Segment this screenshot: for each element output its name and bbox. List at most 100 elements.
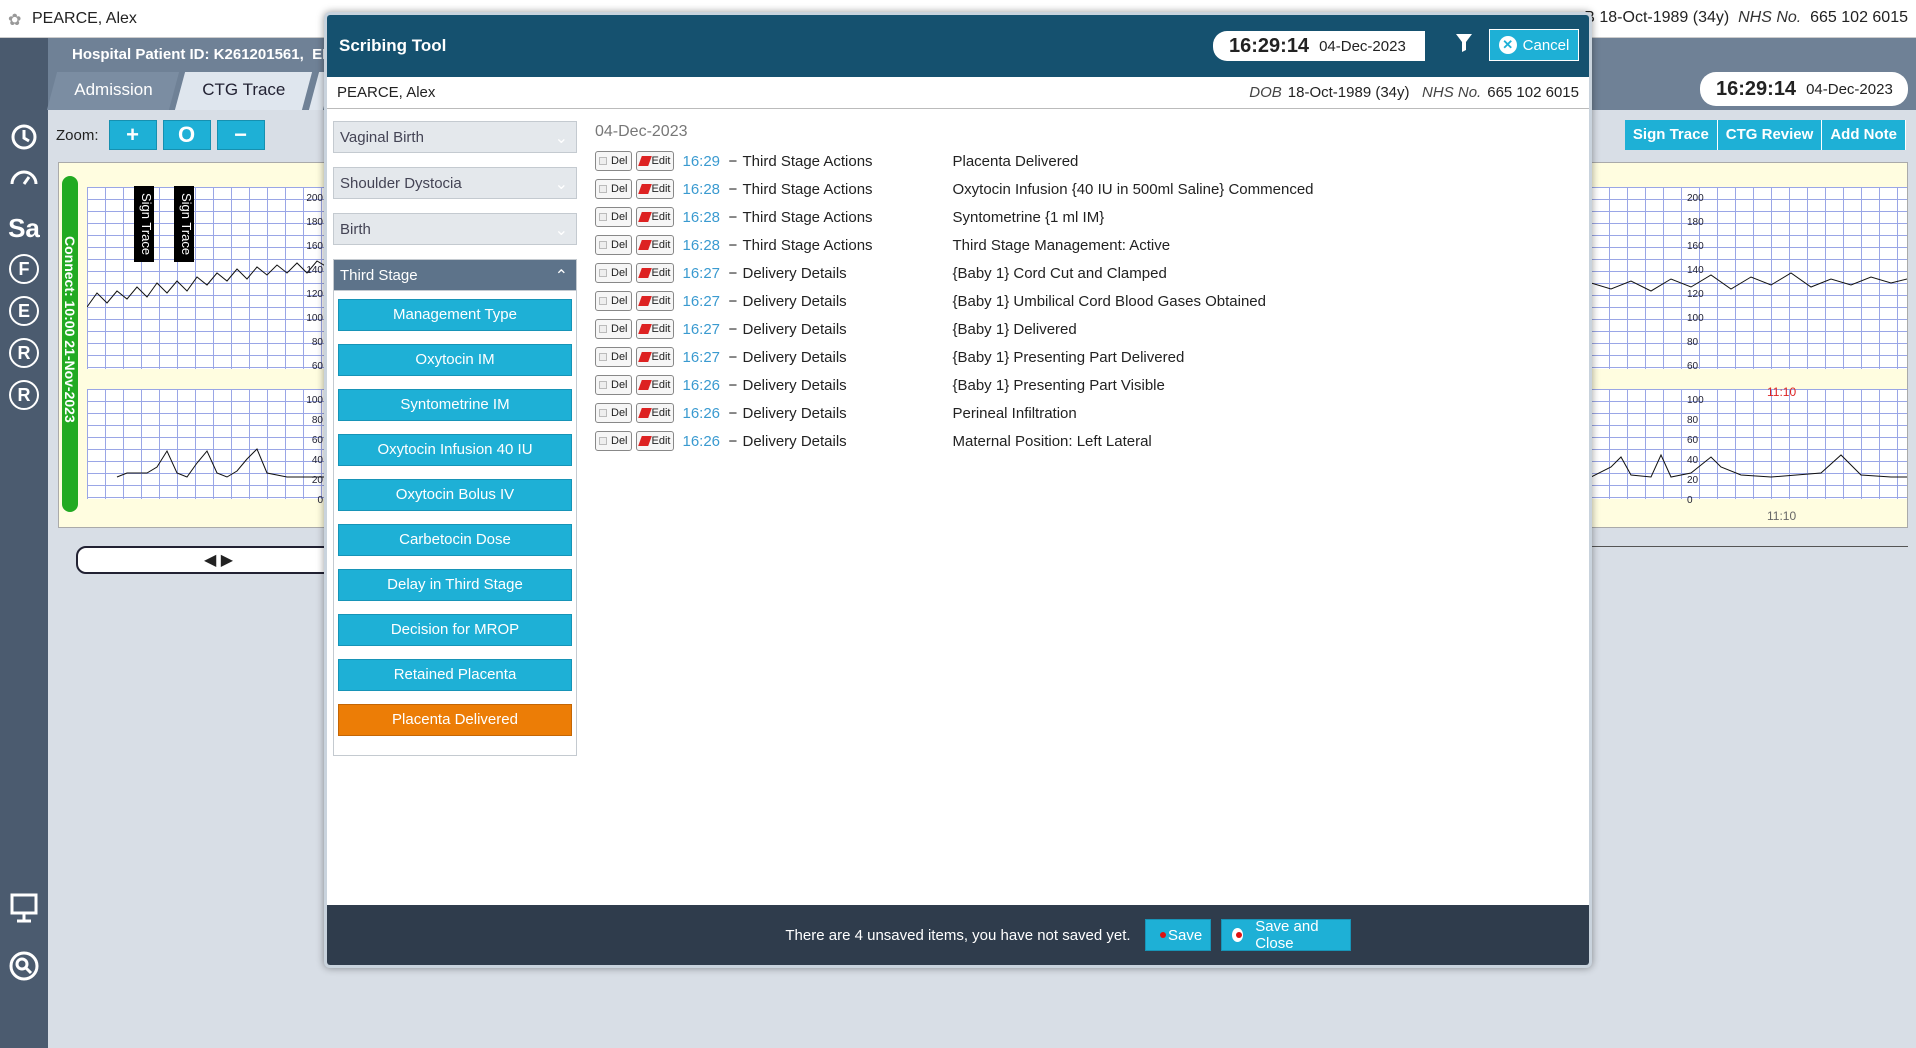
- edit-button[interactable]: Edit: [635, 375, 675, 395]
- left-sidebar: Sa F E R R: [0, 110, 48, 1048]
- delete-button[interactable]: Del: [595, 263, 632, 283]
- edit-button[interactable]: Edit: [635, 207, 675, 227]
- entry-text: {Baby 1} Presenting Part Delivered: [952, 348, 1185, 366]
- delete-button[interactable]: Del: [595, 235, 632, 255]
- scroll-arrows-icon[interactable]: ◀ ▶: [204, 550, 233, 570]
- carbetocin-dose-button[interactable]: Carbetocin Dose: [338, 524, 572, 556]
- checkbox-icon: [599, 353, 607, 361]
- delete-button[interactable]: Del: [595, 151, 632, 171]
- entry-row: Del Edit 16:26− Delivery Details Maternal Po…: [595, 427, 1585, 455]
- management-type-button[interactable]: Management Type: [338, 299, 572, 331]
- dialog-clock[interactable]: 16:29:14 04-Dec-2023: [1213, 31, 1425, 61]
- edit-button[interactable]: Edit: [635, 263, 675, 283]
- chevron-down-icon: ⌄: [554, 176, 568, 193]
- placenta-delivered-button[interactable]: Placenta Delivered: [338, 704, 572, 736]
- dash-separator: −: [728, 180, 738, 198]
- zoom-reset-button[interactable]: O: [162, 120, 211, 150]
- category-vaginal-birth[interactable]: Vaginal Birth ⌄: [333, 121, 577, 153]
- oxytocin-bolus-button[interactable]: Oxytocin Bolus IV: [338, 479, 572, 511]
- delete-button[interactable]: Del: [595, 179, 632, 199]
- time-marker: 11:10: [1767, 385, 1797, 399]
- checkbox-icon: [599, 437, 607, 445]
- edit-button[interactable]: Edit: [635, 403, 675, 423]
- delete-button[interactable]: Del: [595, 403, 632, 423]
- save-and-close-button[interactable]: Save and Close: [1221, 918, 1351, 952]
- checkbox-icon: [599, 297, 607, 305]
- category-panel: Vaginal Birth ⌄ Shoulder Dystocia ⌄ Birth ⌄…: [333, 121, 577, 765]
- search-icon[interactable]: [6, 950, 42, 986]
- filter-icon[interactable]: [1455, 33, 1473, 59]
- tab-ctg-trace[interactable]: CTG Trace: [175, 72, 313, 110]
- entry-rows: Del Edit 16:29− Third Stage Actions Placenta…: [595, 147, 1585, 455]
- zoom-in-button[interactable]: +: [108, 120, 157, 150]
- entry-category: Third Stage Actions: [742, 236, 873, 254]
- dash-separator: −: [728, 264, 738, 282]
- entry-time: 16:27: [682, 320, 721, 338]
- record-icon: [1232, 928, 1244, 942]
- edit-button[interactable]: Edit: [635, 431, 675, 451]
- pencil-icon: [637, 156, 652, 166]
- checkbox-icon: [599, 325, 607, 333]
- delete-button[interactable]: Del: [595, 291, 632, 311]
- dash-separator: −: [728, 208, 738, 226]
- sidebar-item-r2[interactable]: R: [9, 380, 39, 410]
- trace-scrollbar[interactable]: ◀ ▶: [76, 546, 336, 574]
- category-birth[interactable]: Birth ⌄: [333, 213, 577, 245]
- delete-button[interactable]: Del: [595, 431, 632, 451]
- sign-trace-tag[interactable]: Sign Trace: [174, 186, 194, 262]
- category-shoulder-dystocia[interactable]: Shoulder Dystocia ⌄: [333, 167, 577, 199]
- entry-row: Del Edit 16:26− Delivery Details {Baby 1} Pr…: [595, 371, 1585, 399]
- category-third-stage[interactable]: Third Stage ⌃: [333, 259, 577, 291]
- delete-button[interactable]: Del: [595, 207, 632, 227]
- sidebar-item-r1[interactable]: R: [9, 338, 39, 368]
- alarm-clock-icon[interactable]: [6, 120, 42, 156]
- delete-button[interactable]: Del: [595, 347, 632, 367]
- zoom-out-button[interactable]: −: [216, 120, 265, 150]
- edit-button[interactable]: Edit: [635, 235, 675, 255]
- entry-row: Del Edit 16:27− Delivery Details {Baby 1} De…: [595, 315, 1585, 343]
- decision-mrop-button[interactable]: Decision for MROP: [338, 614, 572, 646]
- sidebar-item-f[interactable]: F: [9, 254, 39, 284]
- edit-button[interactable]: Edit: [635, 179, 675, 199]
- dialog-patient-details: DOB 18-Oct-1989 (34y) NHS No. 665 102 6015: [1249, 84, 1579, 101]
- edit-button[interactable]: Edit: [635, 291, 675, 311]
- checkbox-icon: [599, 409, 607, 417]
- syntometrine-im-button[interactable]: Syntometrine IM: [338, 389, 572, 421]
- delay-third-stage-button[interactable]: Delay in Third Stage: [338, 569, 572, 601]
- cancel-button[interactable]: ✕ Cancel: [1489, 29, 1579, 61]
- scribed-entries-list: 04-Dec-2023 Del Edit 16:29− Third Stage Act…: [595, 121, 1585, 455]
- entry-row: Del Edit 16:28− Third Stage Actions Third St…: [595, 231, 1585, 259]
- sign-trace-button[interactable]: Sign Trace: [1624, 120, 1718, 150]
- app-logo-icon: ✿: [8, 12, 22, 29]
- delete-button[interactable]: Del: [595, 319, 632, 339]
- sign-trace-tag[interactable]: Sign Trace: [134, 186, 154, 262]
- entry-row: Del Edit 16:26− Delivery Details Perineal In…: [595, 399, 1585, 427]
- delete-button[interactable]: Del: [595, 375, 632, 395]
- entry-text: Perineal Infiltration: [952, 404, 1077, 422]
- sidebar-item-e[interactable]: E: [9, 296, 39, 326]
- dash-separator: −: [728, 236, 738, 254]
- save-button[interactable]: Save: [1145, 919, 1211, 951]
- dialog-title: Scribing Tool: [339, 36, 447, 55]
- header-clock: 16:29:14 04-Dec-2023: [1700, 72, 1908, 106]
- add-note-button[interactable]: Add Note: [1822, 120, 1906, 150]
- gauge-icon[interactable]: [6, 162, 42, 198]
- ctg-review-button[interactable]: CTG Review: [1717, 120, 1823, 150]
- dash-separator: −: [728, 152, 738, 170]
- chevron-down-icon: ⌄: [554, 130, 568, 147]
- oxytocin-infusion-button[interactable]: Oxytocin Infusion 40 IU: [338, 434, 572, 466]
- monitor-icon[interactable]: [6, 892, 42, 928]
- zoom-controls: Zoom: + O −: [56, 120, 265, 150]
- pencil-icon: [637, 436, 652, 446]
- entry-category: Delivery Details: [742, 404, 847, 422]
- edit-button[interactable]: Edit: [635, 347, 675, 367]
- tab-admission[interactable]: Admission: [46, 72, 180, 110]
- edit-button[interactable]: Edit: [635, 151, 675, 171]
- entry-text: Syntometrine {1 ml IM}: [952, 208, 1105, 226]
- entry-category: Delivery Details: [742, 264, 847, 282]
- edit-button[interactable]: Edit: [635, 319, 675, 339]
- oxytocin-im-button[interactable]: Oxytocin IM: [338, 344, 572, 376]
- sidebar-item-sa[interactable]: Sa: [6, 210, 42, 246]
- retained-placenta-button[interactable]: Retained Placenta: [338, 659, 572, 691]
- entry-text: {Baby 1} Umbilical Cord Blood Gases Obta…: [952, 292, 1266, 310]
